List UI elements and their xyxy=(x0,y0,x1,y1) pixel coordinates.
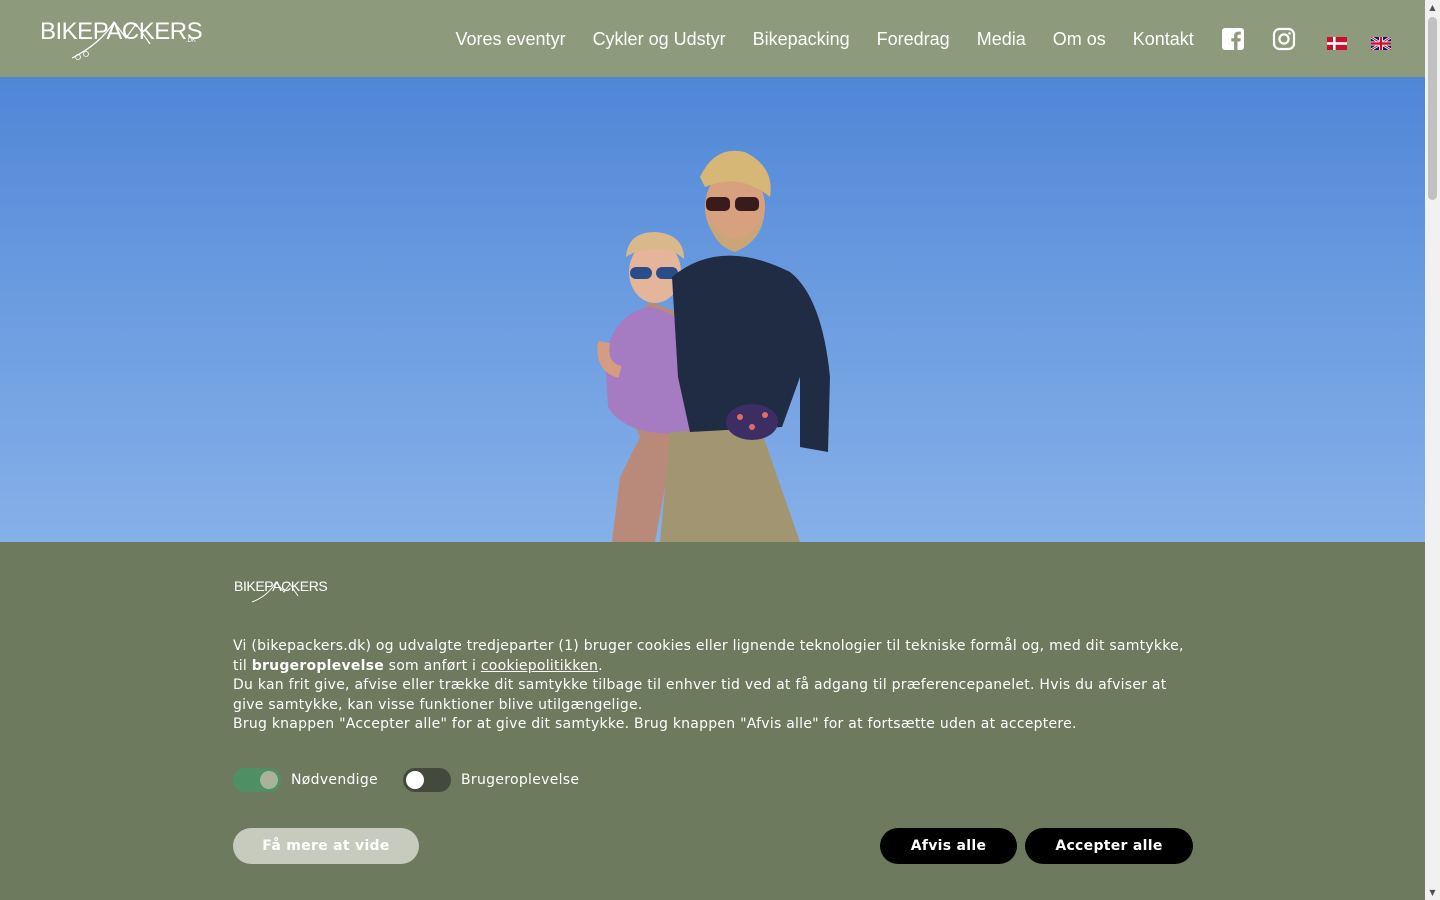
scrollbar-thumb[interactable] xyxy=(1428,17,1437,200)
site-header: BIKEPACKERS .DK Vores eventyr Cykler og … xyxy=(0,0,1425,77)
reject-all-button[interactable]: Afvis alle xyxy=(880,828,1017,864)
english-flag-icon[interactable] xyxy=(1370,35,1392,52)
cookie-banner-logo: BIKEPACKERS xyxy=(234,576,328,604)
nav-kontakt[interactable]: Kontakt xyxy=(1119,27,1207,51)
user-experience-toggle-label: Brugeroplevelse xyxy=(460,772,580,788)
nav-cykler-og-udstyr[interactable]: Cykler og Udstyr xyxy=(579,27,739,51)
scroll-up-arrow-icon[interactable]: ▲ xyxy=(1425,0,1440,15)
cookie-banner: BIKEPACKERS Vi (bikepackers.dk) og udval… xyxy=(0,542,1425,900)
cookie-bold-purpose: brugeroplevelse xyxy=(251,657,384,674)
danish-flag-icon[interactable] xyxy=(1327,35,1347,50)
nav-om-os[interactable]: Om os xyxy=(1039,27,1119,51)
toggle-knob xyxy=(405,771,424,789)
scroll-down-arrow-icon[interactable]: ▼ xyxy=(1425,885,1440,900)
nav-vores-eventyr[interactable]: Vores eventyr xyxy=(442,27,579,51)
logo-mountain-icon xyxy=(71,20,151,60)
main-nav: Vores eventyr Cykler og Udstyr Bikepacki… xyxy=(442,27,1207,51)
cookie-text-span: som anført i xyxy=(383,657,481,674)
cookie-text-span: . xyxy=(598,657,603,674)
cookie-description: Vi (bikepackers.dk) og udvalgte tredjepa… xyxy=(233,637,1193,735)
accept-all-button[interactable]: Accepter alle xyxy=(1025,828,1193,864)
page-scrollbar[interactable]: ▲ ▼ xyxy=(1425,0,1440,900)
facebook-icon[interactable] xyxy=(1221,27,1245,51)
toggle-knob xyxy=(260,771,278,789)
couple-photo-illustration xyxy=(597,150,830,542)
instagram-icon[interactable] xyxy=(1272,27,1296,51)
learn-more-button[interactable]: Få mere at vide xyxy=(233,828,419,864)
cookie-paragraph-2: Du kan frit give, afvise eller trække di… xyxy=(233,677,1167,713)
nav-foredrag[interactable]: Foredrag xyxy=(863,27,963,51)
cookie-logo-mountain-icon xyxy=(251,581,299,603)
user-experience-toggle[interactable] xyxy=(402,768,451,792)
nav-bikepacking[interactable]: Bikepacking xyxy=(739,27,863,51)
cookie-paragraph-1: Vi (bikepackers.dk) og udvalgte tredjepa… xyxy=(233,637,1193,676)
nav-media[interactable]: Media xyxy=(963,27,1039,51)
site-logo[interactable]: BIKEPACKERS .DK xyxy=(40,14,203,62)
cookie-policy-link[interactable]: cookiepolitikken xyxy=(481,658,598,674)
necessary-toggle[interactable] xyxy=(233,768,281,792)
cookie-paragraph-3: Brug knappen "Accepter alle" for at give… xyxy=(233,716,1077,733)
consent-toggles: Nødvendige Brugeroplevelse xyxy=(233,768,604,792)
necessary-toggle-label: Nødvendige xyxy=(291,772,378,788)
hero-image xyxy=(0,77,1425,542)
